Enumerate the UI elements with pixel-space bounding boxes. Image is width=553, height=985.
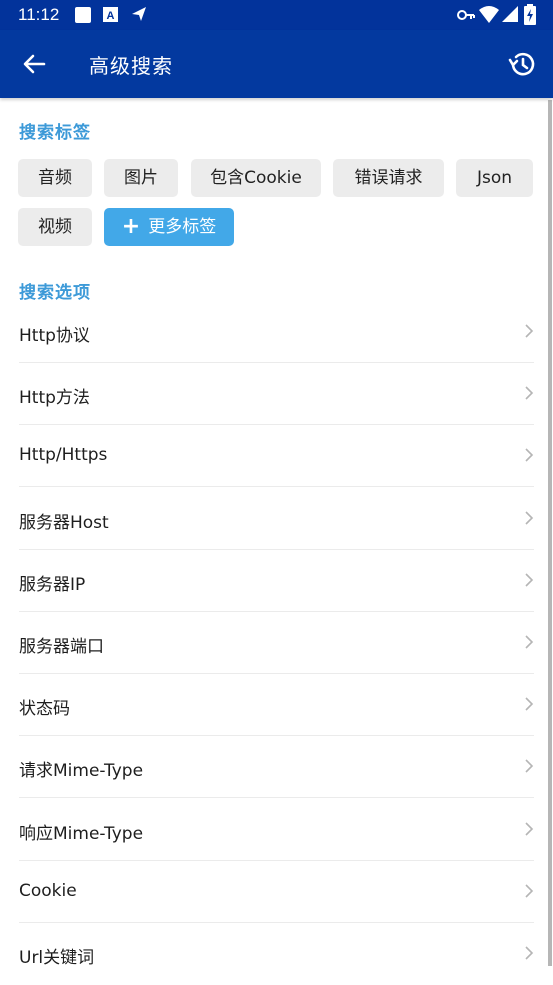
key-icon — [457, 10, 475, 20]
scrollbar[interactable] — [548, 100, 552, 966]
option-row[interactable]: Cookie — [19, 861, 534, 923]
chevron-right-icon — [525, 759, 534, 773]
tag-chip-audio[interactable]: 音频 — [18, 159, 92, 197]
options-section-title: 搜索选项 — [19, 283, 91, 303]
option-label: Http协议 — [19, 326, 90, 346]
arrow-left-icon[interactable] — [18, 48, 50, 80]
option-row[interactable]: Http协议 — [19, 301, 534, 363]
option-row[interactable]: 服务器Host — [19, 488, 534, 550]
signal-icon — [502, 6, 518, 22]
chevron-right-icon — [525, 946, 534, 960]
option-row[interactable]: 服务器端口 — [19, 612, 534, 674]
plus-icon: + — [121, 214, 141, 239]
option-row[interactable]: 状态码 — [19, 674, 534, 737]
option-row[interactable]: 服务器IP — [19, 550, 534, 612]
page-title: 高级搜索 — [89, 54, 173, 78]
battery-charging-icon — [524, 4, 536, 25]
tag-chip-error-request[interactable]: 错误请求 — [333, 159, 444, 197]
option-label: 服务器Host — [19, 512, 109, 533]
option-row[interactable]: 响应Mime-Type — [19, 799, 534, 861]
option-label: 状态码 — [19, 699, 70, 720]
option-label: Url关键词 — [19, 948, 95, 968]
chevron-right-icon — [525, 324, 534, 338]
chevron-right-icon — [525, 511, 534, 525]
chevron-right-icon — [525, 884, 534, 898]
svg-text:A: A — [107, 10, 115, 22]
tag-chip-video[interactable]: 视频 — [18, 208, 92, 246]
more-tags-label: 更多标签 — [148, 217, 217, 237]
status-time: 11:12 — [18, 5, 60, 24]
tag-chip-cookie[interactable]: 包含Cookie — [191, 159, 321, 197]
option-label: Http方法 — [19, 388, 90, 409]
a-badge-icon: A — [103, 7, 118, 22]
chevron-right-icon — [525, 697, 534, 711]
more-tags-button[interactable]: + 更多标签 — [104, 208, 234, 246]
tags-section-title: 搜索标签 — [19, 123, 91, 143]
option-label: 服务器端口 — [19, 637, 104, 657]
tag-chip-image[interactable]: 图片 — [104, 159, 178, 197]
option-row[interactable]: Url关键词 — [19, 923, 534, 985]
chevron-right-icon — [525, 635, 534, 649]
option-row[interactable]: Http/Https — [19, 425, 534, 488]
option-label: 请求Mime-Type — [19, 761, 144, 782]
square-icon — [75, 7, 91, 23]
chevron-right-icon — [525, 448, 534, 462]
option-row[interactable]: 请求Mime-Type — [19, 736, 534, 799]
wifi-icon — [479, 6, 499, 23]
app-bar: 高级搜索 — [0, 30, 553, 98]
option-label: 服务器IP — [19, 574, 86, 595]
navigation-icon — [132, 7, 146, 21]
status-bar: 11:12 A — [0, 0, 553, 30]
option-label: Http/Https — [19, 445, 108, 466]
option-label: Cookie — [19, 880, 77, 901]
tag-chip-json[interactable]: Json — [456, 159, 533, 197]
option-row[interactable]: Http方法 — [19, 363, 534, 426]
chevron-right-icon — [525, 573, 534, 587]
chevron-right-icon — [525, 822, 534, 836]
history-icon[interactable] — [506, 48, 538, 80]
option-label: 响应Mime-Type — [19, 823, 144, 844]
chevron-right-icon — [525, 386, 534, 400]
